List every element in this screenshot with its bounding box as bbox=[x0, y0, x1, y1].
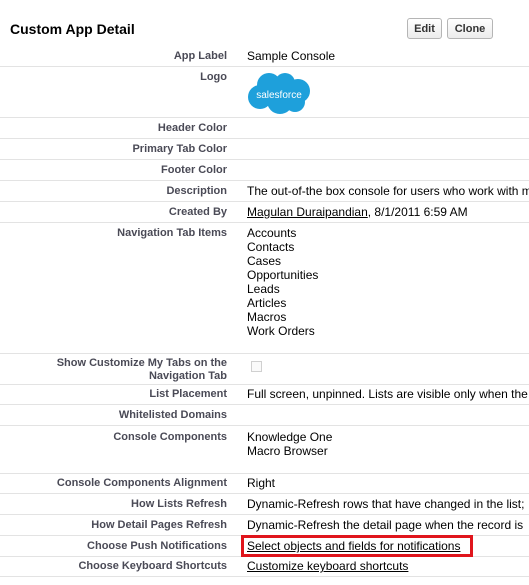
header-color-label: Header Color bbox=[157, 122, 227, 134]
row-footer-color: Footer Color bbox=[0, 160, 529, 181]
list-item: Leads bbox=[247, 282, 280, 296]
clone-button[interactable]: Clone bbox=[447, 18, 493, 39]
how-detail-pages-refresh-value: Dynamic-Refresh the detail page when the… bbox=[247, 518, 524, 532]
row-primary-tab-color: Primary Tab Color bbox=[0, 139, 529, 160]
how-detail-pages-refresh-label: How Detail Pages Refresh bbox=[91, 519, 227, 531]
row-how-detail-pages-refresh: How Detail Pages Refresh Dynamic-Refresh… bbox=[0, 515, 529, 536]
customize-keyboard-shortcuts-link[interactable]: Customize keyboard shortcuts bbox=[247, 559, 408, 573]
list-item: Macro Browser bbox=[247, 444, 328, 458]
list-placement-label: List Placement bbox=[149, 388, 227, 400]
row-navigation-tab-items: Navigation Tab Items Accounts Contacts C… bbox=[0, 223, 529, 354]
show-customize-tabs-label: Show Customize My Tabs on the Navigation… bbox=[56, 357, 227, 382]
list-item: Accounts bbox=[247, 226, 297, 240]
logo-label: Logo bbox=[200, 71, 227, 83]
primary-tab-color-label: Primary Tab Color bbox=[132, 143, 227, 155]
list-placement-value: Full screen, unpinned. Lists are visible… bbox=[247, 387, 528, 401]
logo-text: salesforce bbox=[256, 90, 302, 101]
row-console-components-alignment: Console Components Alignment Right bbox=[0, 474, 529, 494]
navigation-tab-items-list: Accounts Contacts Cases Opportunities Le… bbox=[247, 226, 318, 338]
row-whitelisted-domains: Whitelisted Domains bbox=[0, 405, 529, 426]
show-customize-tabs-checkbox[interactable] bbox=[251, 361, 262, 372]
app-label-label: App Label bbox=[173, 50, 227, 62]
how-lists-refresh-label: How Lists Refresh bbox=[131, 498, 227, 510]
keyboard-shortcuts-value: Customize keyboard shortcuts bbox=[247, 559, 408, 573]
console-components-alignment-label: Console Components Alignment bbox=[56, 477, 227, 489]
row-created-by: Created By Magulan Duraipandian, 8/1/201… bbox=[0, 202, 529, 223]
row-description: Description The out-of-the box console f… bbox=[0, 181, 529, 202]
page-title: Custom App Detail bbox=[10, 21, 135, 37]
navigation-tab-items-label: Navigation Tab Items bbox=[117, 227, 227, 239]
keyboard-shortcuts-label: Choose Keyboard Shortcuts bbox=[78, 560, 227, 572]
row-app-label: App Label Sample Console bbox=[0, 45, 529, 67]
app-label-value: Sample Console bbox=[247, 49, 336, 63]
how-lists-refresh-value: Dynamic-Refresh rows that have changed i… bbox=[247, 497, 525, 511]
row-how-lists-refresh: How Lists Refresh Dynamic-Refresh rows t… bbox=[0, 494, 529, 515]
created-by-date: , 8/1/2011 6:59 AM bbox=[367, 205, 468, 219]
list-item: Macros bbox=[247, 310, 287, 324]
edit-button[interactable]: Edit bbox=[407, 18, 442, 39]
description-label: Description bbox=[166, 185, 227, 197]
highlight-box bbox=[241, 535, 473, 557]
list-item: Work Orders bbox=[247, 324, 315, 338]
list-item: Opportunities bbox=[247, 268, 319, 282]
created-by-value: Magulan Duraipandian, 8/1/2011 6:59 AM bbox=[247, 205, 468, 219]
created-by-label: Created By bbox=[168, 206, 227, 218]
description-value: The out-of-the box console for users who… bbox=[247, 184, 529, 198]
console-components-label: Console Components bbox=[113, 431, 227, 443]
row-show-customize-tabs: Show Customize My Tabs on the Navigation… bbox=[0, 354, 529, 385]
whitelisted-domains-label: Whitelisted Domains bbox=[118, 409, 227, 421]
row-header-color: Header Color bbox=[0, 118, 529, 139]
list-item: Articles bbox=[247, 296, 287, 310]
row-keyboard-shortcuts: Choose Keyboard Shortcuts Customize keyb… bbox=[0, 557, 529, 577]
list-item: Contacts bbox=[247, 240, 295, 254]
row-list-placement: List Placement Full screen, unpinned. Li… bbox=[0, 385, 529, 405]
console-components-alignment-value: Right bbox=[247, 476, 276, 490]
console-components-list: Knowledge One Macro Browser bbox=[247, 430, 332, 458]
footer-color-label: Footer Color bbox=[161, 164, 227, 176]
salesforce-logo: salesforce bbox=[248, 73, 310, 114]
created-by-user-link[interactable]: Magulan Duraipandian bbox=[247, 205, 368, 219]
row-console-components: Console Components Knowledge One Macro B… bbox=[0, 426, 529, 474]
push-notifications-label: Choose Push Notifications bbox=[87, 540, 227, 552]
list-item: Cases bbox=[247, 254, 282, 268]
list-item: Knowledge One bbox=[247, 430, 333, 444]
